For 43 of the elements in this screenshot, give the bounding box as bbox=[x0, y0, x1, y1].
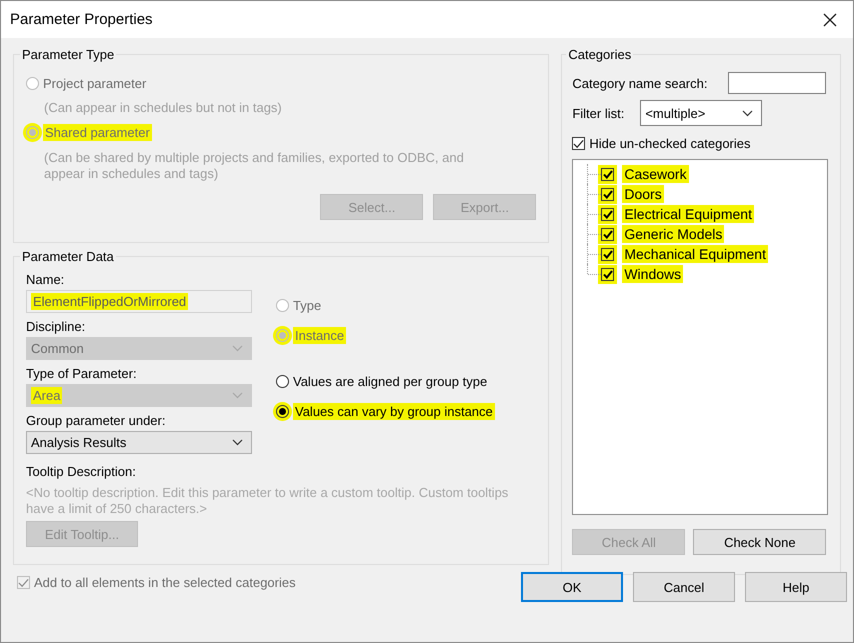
dialog-button[interactable]: Check None bbox=[693, 529, 826, 555]
dialog-button[interactable]: OK bbox=[521, 572, 623, 602]
field-label: Name: bbox=[26, 272, 66, 287]
option-description: (Can be shared by multiple projects and families, exported to ODBC, and appear in schedules and tags) bbox=[44, 150, 465, 182]
tree-item[interactable]: Windows bbox=[622, 265, 684, 283]
radio-label: Instance bbox=[293, 326, 346, 344]
chevron-down-icon bbox=[232, 392, 243, 399]
field-label: Group parameter under: bbox=[26, 413, 166, 428]
chevron-down-icon bbox=[232, 439, 243, 446]
dialog-button[interactable]: Cancel bbox=[633, 572, 735, 602]
group-title: Parameter Type bbox=[21, 47, 116, 62]
checkbox-label: Hide un-checked categories bbox=[589, 136, 750, 151]
dropdown[interactable]: Analysis Results bbox=[26, 431, 252, 454]
radio-label: Values are aligned per group type bbox=[293, 374, 488, 388]
dialog-button[interactable]: Help bbox=[745, 572, 847, 602]
tree-item[interactable]: Doors bbox=[622, 185, 664, 203]
radio-button[interactable] bbox=[276, 374, 289, 388]
chevron-down-icon bbox=[742, 110, 754, 116]
radio-label: Values can vary by group instance bbox=[293, 402, 495, 420]
field-label: Tooltip Description: bbox=[26, 464, 137, 479]
field-label: Filter list: bbox=[572, 106, 624, 120]
radio-label: Type bbox=[293, 298, 322, 312]
tree-item[interactable]: Electrical Equipment bbox=[622, 205, 754, 223]
close-icon[interactable] bbox=[823, 12, 837, 26]
field-label: Category name search: bbox=[572, 76, 708, 90]
dropdown[interactable]: <multiple> bbox=[640, 100, 762, 126]
radio-label: Shared parameter bbox=[43, 124, 152, 141]
group-title: Categories bbox=[567, 47, 632, 62]
tree-item[interactable]: Generic Models bbox=[622, 225, 724, 243]
field-label: Discipline: bbox=[26, 319, 86, 334]
checkbox-label: Add to all elements in the selected categories bbox=[34, 575, 296, 590]
chevron-down-icon bbox=[232, 345, 243, 352]
tree-item[interactable]: Mechanical Equipment bbox=[622, 245, 768, 263]
group-title: Parameter Data bbox=[21, 249, 115, 264]
checkbox[interactable] bbox=[572, 137, 586, 150]
tree-item[interactable]: Casework bbox=[622, 165, 689, 183]
tooltip-description: <No tooltip description. Edit this parameter to write a custom tooltip. Custom tooltips have a limit of 250 characters.> bbox=[26, 485, 510, 517]
field-label: Type of Parameter: bbox=[26, 366, 138, 381]
option-description: (Can appear in schedules but not in tags) bbox=[44, 100, 283, 116]
radio-button[interactable] bbox=[276, 404, 289, 418]
radio-label: Project parameter bbox=[43, 76, 146, 91]
window-title: Parameter Properties bbox=[10, 11, 153, 28]
search-field[interactable] bbox=[728, 72, 826, 94]
